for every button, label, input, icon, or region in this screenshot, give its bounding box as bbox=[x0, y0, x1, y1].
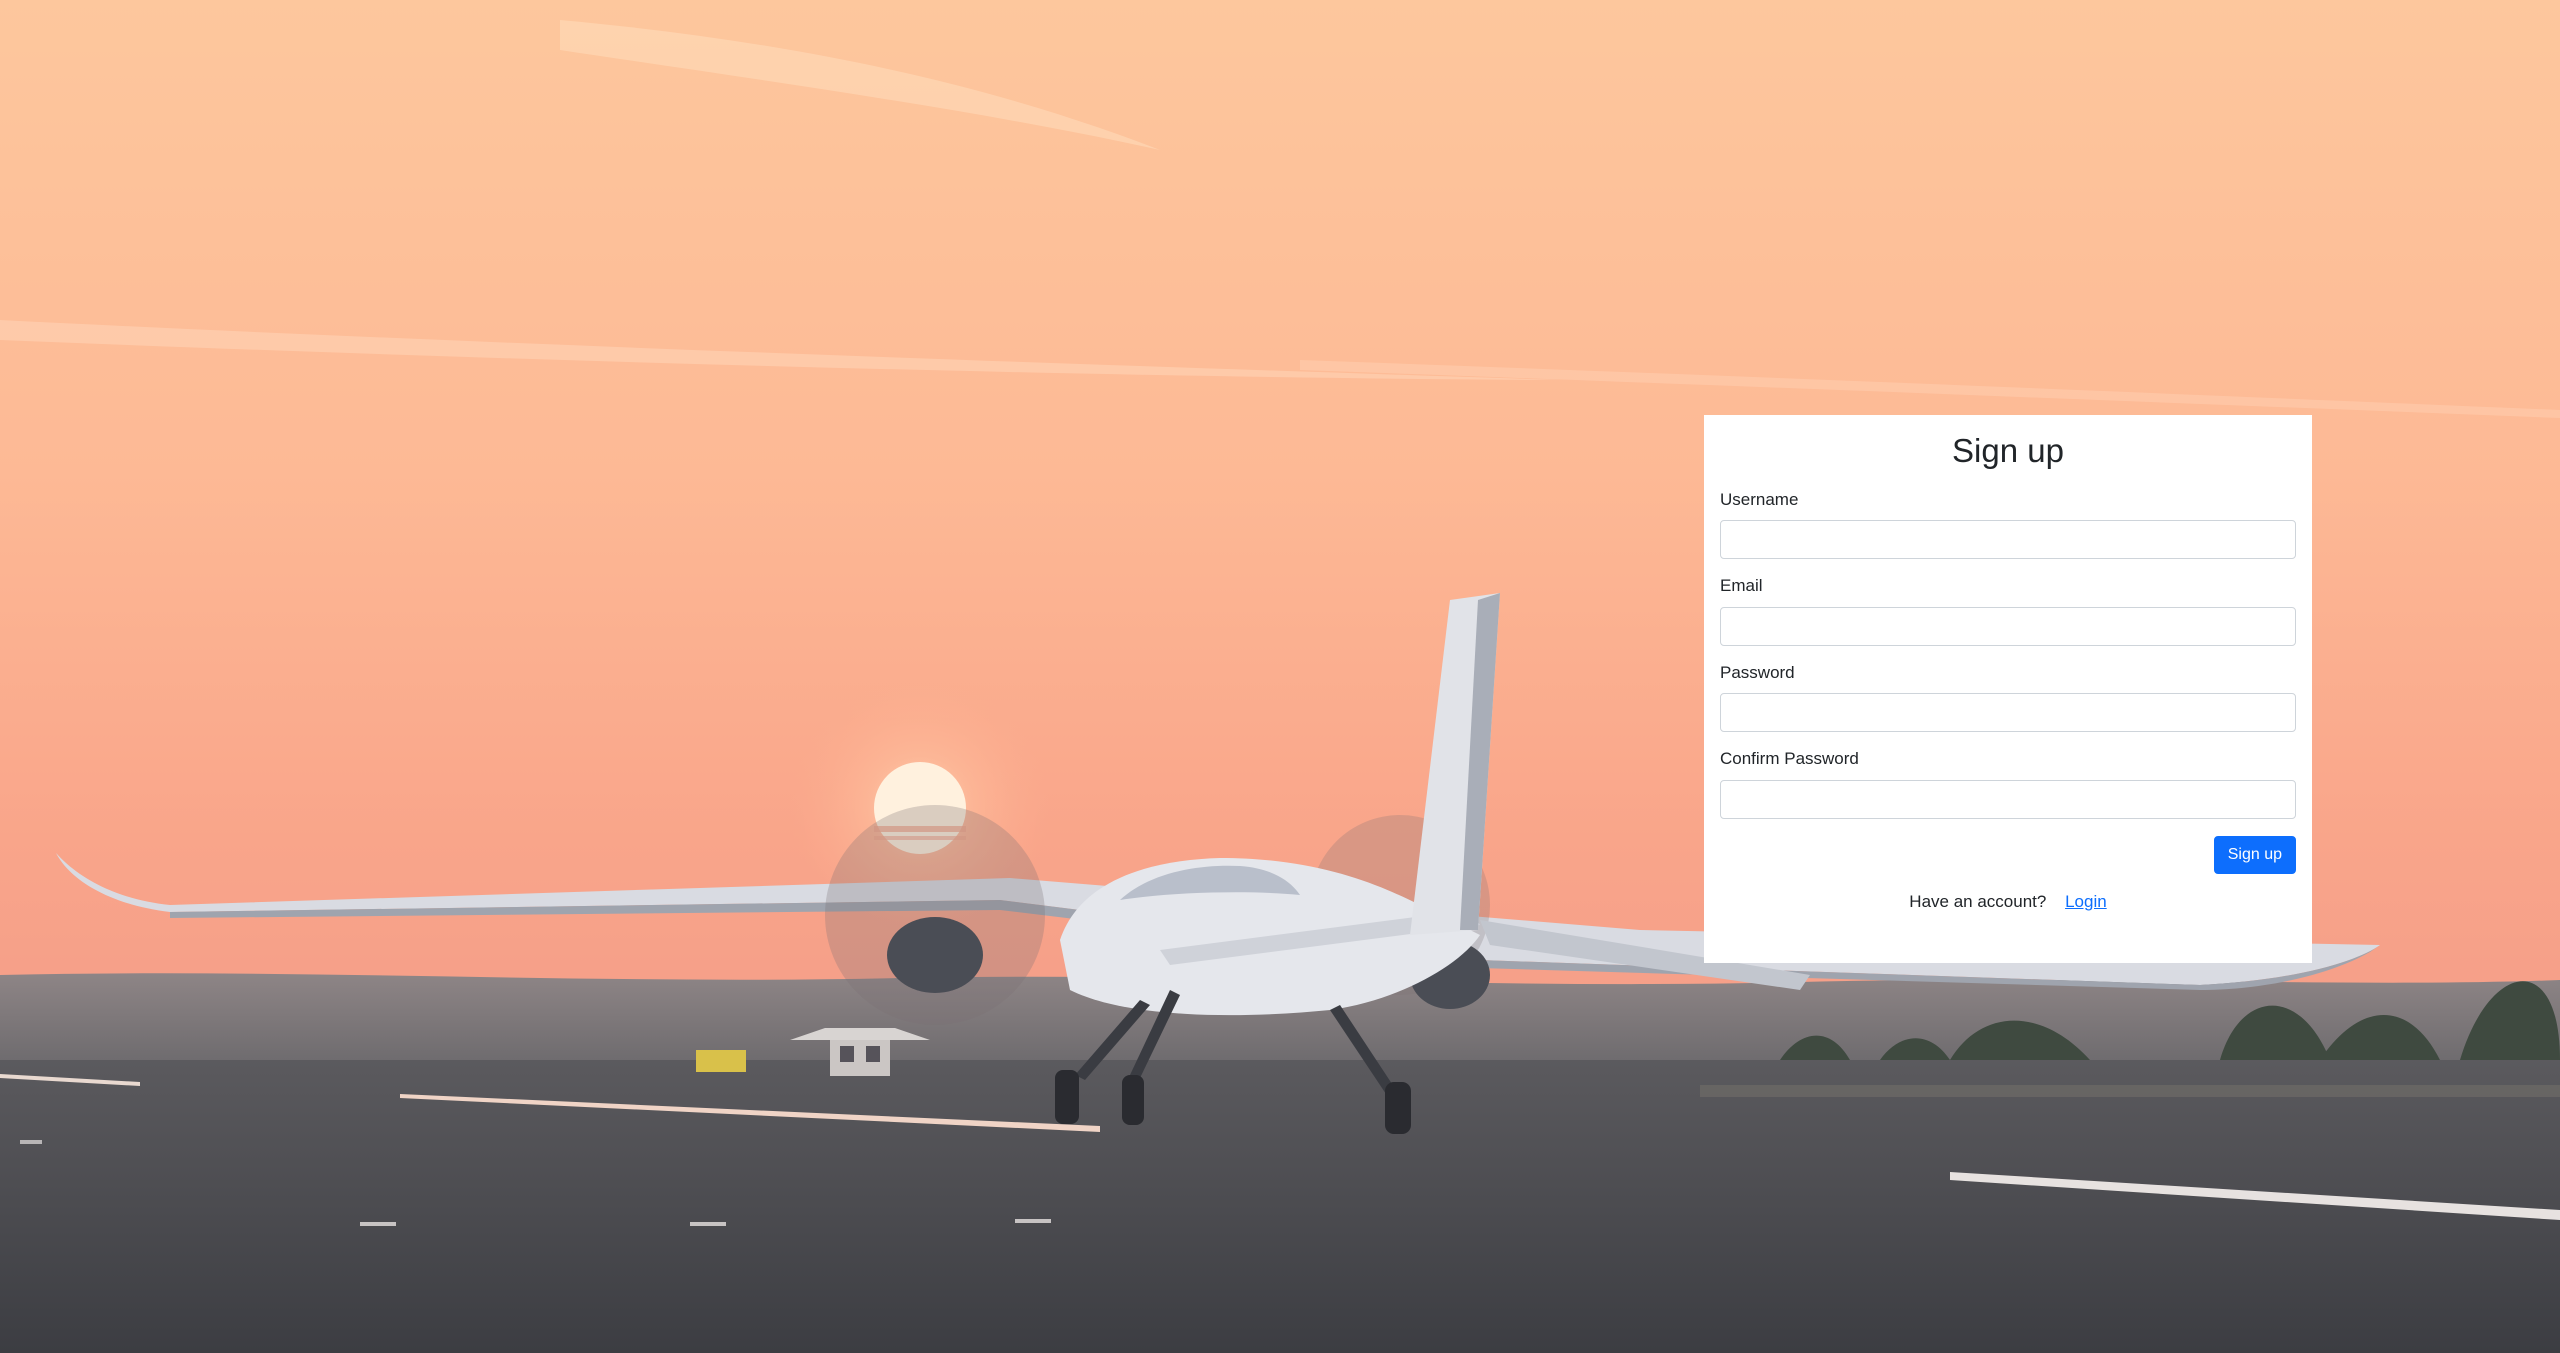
confirm-password-label: Confirm Password bbox=[1720, 749, 1859, 769]
password-input[interactable] bbox=[1720, 693, 2296, 733]
signup-page: Sign up Username Email Password Confirm … bbox=[0, 0, 2560, 1353]
signup-card: Sign up Username Email Password Confirm … bbox=[1704, 415, 2312, 963]
password-group: Password bbox=[1720, 660, 2296, 733]
confirm-password-group: Confirm Password bbox=[1720, 746, 2296, 819]
username-label: Username bbox=[1720, 489, 1799, 509]
password-label: Password bbox=[1720, 662, 1795, 682]
email-label: Email bbox=[1720, 576, 1763, 596]
confirm-password-input[interactable] bbox=[1720, 779, 2296, 819]
login-link[interactable]: Login bbox=[2065, 892, 2107, 911]
account-prompt-text: Have an account? bbox=[1909, 891, 2047, 911]
username-group: Username bbox=[1720, 487, 2296, 560]
form-actions: Sign up bbox=[1720, 835, 2296, 874]
login-prompt: Have an account? Login bbox=[1720, 892, 2296, 912]
username-input[interactable] bbox=[1720, 520, 2296, 560]
page-title: Sign up bbox=[1952, 432, 2064, 469]
email-input[interactable] bbox=[1720, 606, 2296, 646]
email-group: Email bbox=[1720, 573, 2296, 646]
signup-button[interactable]: Sign up bbox=[2213, 835, 2296, 874]
